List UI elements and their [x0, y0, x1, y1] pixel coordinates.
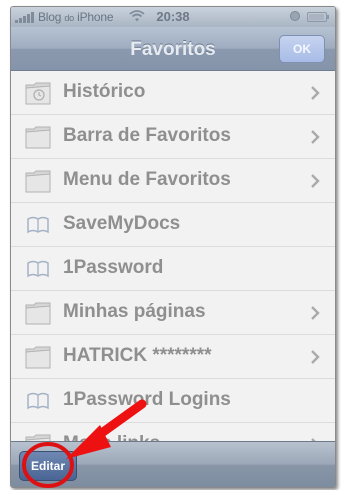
- folder-icon: [25, 302, 51, 325]
- list-item-historico[interactable]: Histórico: [11, 71, 335, 115]
- ok-button[interactable]: OK: [279, 35, 325, 63]
- list-item-label: Meus links: [63, 433, 160, 441]
- status-bar: Blog do iPhone 20:38: [11, 7, 335, 27]
- history-folder-icon: [25, 82, 51, 105]
- chevron-right-icon: [311, 86, 320, 100]
- list-item-label: Histórico: [63, 81, 146, 102]
- list-item-barra-de-favoritos[interactable]: Barra de Favoritos: [11, 115, 335, 159]
- phone-screen: Blog do iPhone 20:38 Favoritos OK Histór…: [10, 6, 336, 488]
- list-item-1password[interactable]: 1Password: [11, 247, 335, 291]
- list-item-label: Barra de Favoritos: [63, 125, 231, 146]
- folder-icon: [25, 170, 51, 193]
- list-item-minhas-paginas[interactable]: Minhas páginas: [11, 291, 335, 335]
- edit-button[interactable]: Editar: [19, 451, 77, 481]
- list-item-hatrick[interactable]: HATRICK ********: [11, 335, 335, 379]
- folder-icon: [25, 434, 51, 441]
- list-item-meus-links[interactable]: Meus links: [11, 423, 335, 441]
- list-item-label: HATRICK ********: [63, 345, 212, 366]
- chevron-right-icon: [311, 350, 320, 364]
- chevron-right-icon: [311, 306, 320, 320]
- status-time: 20:38: [156, 9, 190, 24]
- list-item-label: Menu de Favoritos: [63, 169, 231, 190]
- bottom-toolbar: Editar: [11, 441, 335, 487]
- book-icon: [27, 392, 49, 410]
- orientation-lock-icon: [290, 11, 300, 21]
- list-item-label: SaveMyDocs: [63, 213, 181, 234]
- folder-icon: [25, 346, 51, 369]
- chevron-right-icon: [311, 174, 320, 188]
- book-icon: [27, 216, 49, 234]
- battery-icon: [307, 12, 329, 22]
- navigation-bar: Favoritos OK: [11, 27, 335, 71]
- folder-icon: [25, 126, 51, 149]
- bookmarks-list: Histórico Barra de Favoritos Menu de Fav…: [11, 71, 335, 441]
- book-icon: [27, 260, 49, 278]
- list-item-savemydocs[interactable]: SaveMyDocs: [11, 203, 335, 247]
- chevron-right-icon: [311, 130, 320, 144]
- list-item-menu-de-favoritos[interactable]: Menu de Favoritos: [11, 159, 335, 203]
- list-item-label: 1Password Logins: [63, 389, 231, 410]
- list-item-1password-logins[interactable]: 1Password Logins: [11, 379, 335, 423]
- list-item-label: Minhas páginas: [63, 301, 206, 322]
- list-item-label: 1Password: [63, 257, 164, 278]
